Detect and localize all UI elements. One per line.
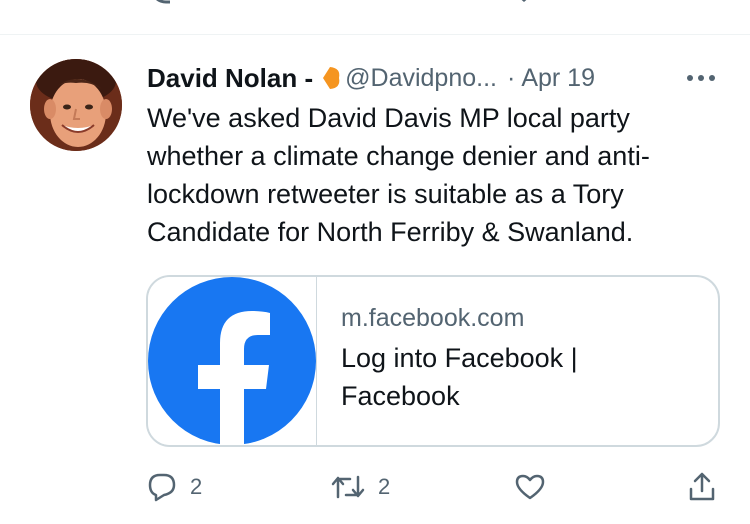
share-icon[interactable]	[688, 0, 718, 12]
share-icon	[689, 472, 715, 501]
separator: ·	[506, 63, 516, 92]
reply-button[interactable]: 2	[146, 471, 202, 503]
link-card-info: m.facebook.com Log into Facebook | Faceb…	[341, 301, 701, 415]
tweet-header: David Nolan - @Davidpno... · Apr 19	[147, 61, 595, 95]
display-name[interactable]: David Nolan -	[147, 63, 313, 94]
tweet-action-bar: 2 2	[0, 467, 750, 507]
link-card-thumbnail	[148, 277, 317, 445]
reply-icon	[148, 473, 176, 502]
like-button[interactable]	[514, 471, 558, 503]
more-horizontal-icon[interactable]	[686, 71, 716, 85]
retweet-icon[interactable]	[330, 0, 370, 12]
retweet-button[interactable]: 2	[330, 471, 390, 503]
retweet-icon	[331, 475, 365, 499]
share-button[interactable]	[686, 471, 730, 503]
reply-icon[interactable]	[148, 0, 180, 12]
facebook-logo-icon	[148, 277, 316, 445]
tweet[interactable]: David Nolan - @Davidpno... · Apr 19 We'v…	[0, 35, 750, 524]
previous-tweet-action-bar	[0, 0, 750, 12]
orange-heart-badge-icon	[323, 67, 340, 89]
avatar-photo	[30, 59, 122, 151]
link-card-domain: m.facebook.com	[341, 304, 525, 332]
retweet-count: 2	[378, 474, 391, 499]
tweet-text: We've asked David Davis MP local party w…	[147, 103, 650, 247]
timestamp[interactable]: Apr 19	[521, 64, 595, 93]
like-icon[interactable]	[508, 0, 544, 12]
like-icon	[515, 474, 545, 500]
avatar[interactable]	[30, 59, 122, 151]
link-card[interactable]: m.facebook.com Log into Facebook | Faceb…	[146, 275, 720, 447]
link-card-title: Log into Facebook | Facebook	[341, 343, 578, 411]
reply-count: 2	[190, 474, 203, 499]
handle[interactable]: @Davidpno...	[345, 64, 497, 93]
